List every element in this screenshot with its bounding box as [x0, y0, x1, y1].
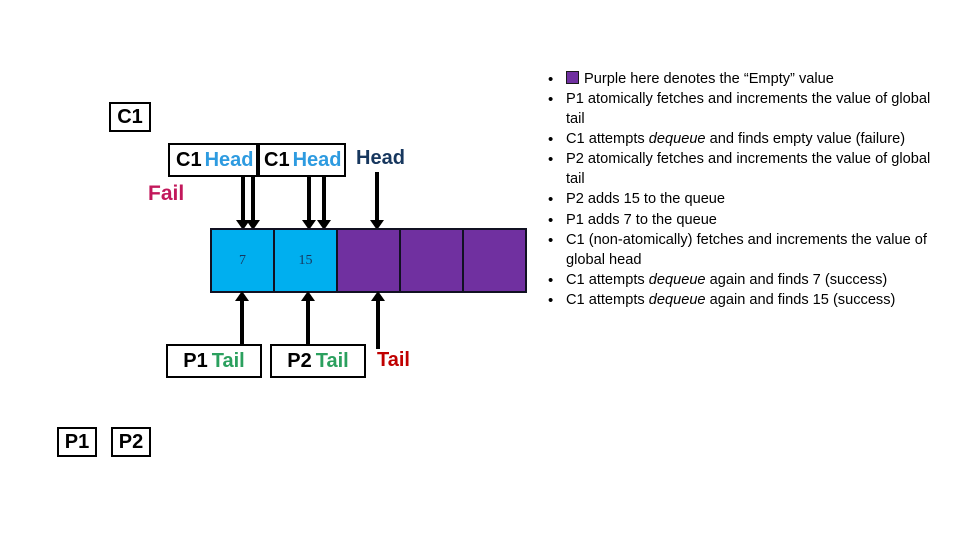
- tail-pointer-label: Tail: [315, 350, 349, 372]
- purple-swatch-icon: [566, 71, 579, 84]
- note-item-text: C1 attempts dequeue again and finds 7 (s…: [566, 271, 888, 288]
- bullet-icon: •: [548, 71, 554, 88]
- head-pointer-owner: C1: [264, 149, 290, 171]
- head-pointer-label: Head: [292, 149, 342, 171]
- head-arrow-1: [236, 177, 250, 230]
- head-arrow-4: [317, 177, 331, 230]
- actor-chip-p2-label: P2: [118, 431, 144, 453]
- bullet-icon: •: [548, 231, 554, 249]
- note-item-text: P2 atomically fetches and increments the…: [566, 151, 931, 188]
- actor-chip-c1-top-label: C1: [117, 106, 143, 128]
- note-item: • C1 (non-atomically) fetches and increme…: [548, 231, 948, 271]
- bullet-icon: •: [548, 271, 554, 289]
- bullet-icon: •: [548, 292, 554, 310]
- note-item-text: P1 atomically fetches and increments the…: [566, 91, 931, 128]
- tail-pointer-global: Tail: [377, 349, 410, 371]
- tail-pointer-owner: P1: [183, 350, 208, 372]
- head-pointer-label: Head: [204, 149, 254, 171]
- head-pointer-c1-second: C1 Head: [258, 143, 346, 177]
- head-pointer-c1-first: C1 Head: [168, 143, 258, 177]
- note-item-text: P1 adds 7 to the queue: [566, 211, 717, 228]
- tail-pointer-p1: P1 Tail: [166, 344, 262, 378]
- note-item-text: P2 adds 15 to the queue: [566, 191, 726, 208]
- actor-chip-c1-top: C1: [109, 102, 151, 132]
- tail-arrow-p1: [235, 291, 249, 344]
- note-item: • P2 atomically fetches and increments th…: [548, 150, 948, 190]
- queue-cell[interactable]: 15: [273, 228, 338, 293]
- bullet-icon: •: [548, 91, 554, 109]
- queue-array: 7 15: [210, 228, 527, 293]
- note-item-text: Purple here denotes the “Empty” value: [566, 70, 948, 90]
- tail-arrow-global: [371, 291, 385, 349]
- actor-chip-p1: P1: [57, 427, 97, 457]
- status-label-fail: Fail: [148, 182, 185, 205]
- queue-cell[interactable]: [336, 228, 401, 293]
- queue-cell[interactable]: 7: [210, 228, 275, 293]
- note-item: • P2 adds 15 to the queue: [548, 190, 948, 210]
- note-item: • C1 attempts dequeue and finds empty val…: [548, 130, 948, 150]
- note-item-text: C1 (non-atomically) fetches and incremen…: [566, 231, 927, 268]
- head-arrow-3: [302, 177, 316, 230]
- queue-cell-value: 15: [298, 252, 313, 268]
- note-item: • C1 attempts dequeue again and finds 7 (…: [548, 271, 948, 291]
- queue-cell[interactable]: [399, 228, 464, 293]
- tail-arrow-p2: [301, 291, 315, 344]
- bullet-icon: •: [548, 211, 554, 229]
- bullet-icon: •: [548, 131, 554, 149]
- tail-pointer-p2: P2 Tail: [270, 344, 366, 378]
- head-pointer-owner: C1: [176, 149, 202, 171]
- tail-pointer-label: Tail: [211, 350, 245, 372]
- bullet-icon: •: [548, 191, 554, 209]
- note-item: • C1 attempts dequeue again and finds 15 …: [548, 291, 948, 311]
- head-pointer-global: Head: [356, 147, 405, 169]
- bullet-icon: •: [548, 151, 554, 169]
- note-item-text: C1 attempts dequeue again and finds 15 (…: [566, 292, 896, 309]
- note-item-text: C1 attempts dequeue and finds empty valu…: [566, 131, 906, 148]
- queue-cell-value: 7: [239, 252, 246, 268]
- queue-cell[interactable]: [462, 228, 527, 293]
- tail-pointer-owner: P2: [287, 350, 312, 372]
- note-item: • P1 adds 7 to the queue: [548, 211, 948, 231]
- head-arrow-2: [246, 177, 260, 230]
- actor-chip-p1-label: P1: [64, 431, 90, 453]
- slide-canvas: C1 P1 P2 C1 Head C1 Head Head Fail 7 15: [0, 0, 960, 540]
- note-item: • Purple here denotes the “Empty” value: [548, 70, 948, 90]
- head-arrow-global: [370, 172, 384, 230]
- note-item: • P1 atomically fetches and increments th…: [548, 90, 948, 130]
- notes-list: • Purple here denotes the “Empty” value • P…: [548, 70, 948, 311]
- actor-chip-p2: P2: [111, 427, 151, 457]
